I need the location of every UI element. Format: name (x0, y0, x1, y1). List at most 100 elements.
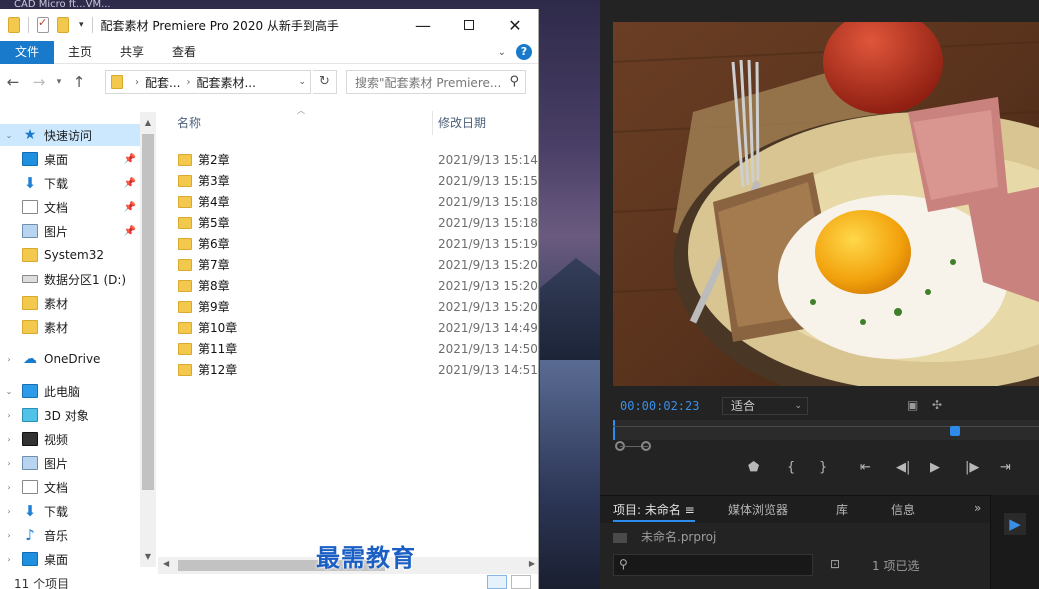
settings-icon[interactable]: ✣ (932, 398, 942, 412)
file-row[interactable]: 第8章 2021/9/13 15:20 (178, 275, 538, 296)
go-to-out-icon[interactable]: ⇥ (1000, 460, 1011, 475)
selection-tool-icon[interactable]: ▶ (1004, 513, 1026, 535)
chevron-right-icon[interactable]: › (4, 483, 14, 492)
nav-item-pictures[interactable]: 图片 📌 (0, 220, 140, 242)
new-search-bin-icon[interactable]: ⊡ (830, 557, 840, 571)
nav-item-pc-documents[interactable]: › 文档 (0, 476, 140, 498)
scroll-right-icon[interactable]: ▶ (529, 559, 535, 568)
project-file-row[interactable]: 未命名.prproj (613, 528, 716, 545)
tab-home[interactable]: 主页 (54, 41, 106, 64)
minimize-button[interactable]: — (400, 9, 446, 41)
qat-dropdown-icon[interactable]: ▾ (79, 20, 84, 30)
file-row[interactable]: 第6章 2021/9/13 15:19 (178, 233, 538, 254)
nav-item-pc-downloads[interactable]: › ⬇ 下载 (0, 500, 140, 522)
breadcrumb-item[interactable]: 配套... (145, 74, 180, 91)
new-folder-icon[interactable] (57, 17, 69, 33)
nav-this-pc[interactable]: ⌄ 此电脑 (0, 380, 140, 402)
expand-ribbon-icon[interactable]: ⌄ (498, 47, 506, 58)
computer-icon (22, 384, 38, 398)
column-header-name[interactable]: 名称 (177, 111, 201, 135)
tab-info[interactable]: 信息 (891, 501, 915, 518)
step-back-icon[interactable]: ◀| (896, 460, 910, 475)
file-row[interactable]: 第5章 2021/9/13 15:18 (178, 212, 538, 233)
file-row[interactable]: 第4章 2021/9/13 15:18 (178, 191, 538, 212)
mark-in-icon[interactable]: { (787, 460, 795, 475)
chevron-down-icon[interactable]: ⌄ (4, 131, 14, 140)
scrollbar-thumb[interactable] (142, 134, 154, 490)
chevron-right-icon[interactable]: › (4, 507, 14, 516)
tab-share[interactable]: 共享 (106, 41, 158, 64)
tab-media-browser[interactable]: 媒体浏览器 (728, 501, 788, 518)
playhead-marker[interactable] (950, 426, 960, 436)
large-icons-view-button[interactable] (511, 575, 531, 589)
tab-libraries[interactable]: 库 (836, 501, 848, 518)
details-view-button[interactable] (487, 575, 507, 589)
export-frame-icon[interactable]: ▣ (907, 398, 918, 412)
nav-item-music[interactable]: › ♪ 音乐 (0, 524, 140, 546)
scroll-up-icon[interactable]: ▲ (140, 118, 156, 127)
mark-out-icon[interactable]: } (819, 460, 827, 475)
nav-item-desktop[interactable]: 桌面 📌 (0, 148, 140, 170)
timeline-scrubber[interactable] (613, 420, 1039, 440)
nav-item-videos[interactable]: › 视频 (0, 428, 140, 450)
add-marker-icon[interactable]: ⬟ (748, 460, 759, 475)
chevron-right-icon[interactable]: › (4, 355, 14, 364)
refresh-button[interactable]: ↻ (313, 70, 337, 94)
back-button[interactable]: ← (0, 73, 26, 91)
play-icon[interactable]: ▶ (930, 460, 940, 475)
column-divider[interactable] (432, 111, 433, 135)
chevron-right-icon[interactable]: › (186, 77, 190, 88)
file-row[interactable]: 第3章 2021/9/13 15:15 (178, 170, 538, 191)
zoom-fit-select[interactable]: 适合 ⌄ (722, 397, 808, 415)
scroll-down-icon[interactable]: ▼ (140, 552, 156, 561)
scroll-left-icon[interactable]: ◀ (163, 559, 169, 568)
nav-item-sucai[interactable]: 素材 (0, 292, 140, 314)
chevron-right-icon[interactable]: › (135, 77, 139, 88)
address-box[interactable]: › 配套... › 配套素材... ⌄ (105, 70, 311, 94)
nav-quick-access[interactable]: ⌄ ★ 快速访问 (0, 124, 140, 146)
recent-locations-icon[interactable]: ▾ (52, 77, 66, 87)
file-row[interactable]: 第9章 2021/9/13 15:20 (178, 296, 538, 317)
nav-item-3d-objects[interactable]: › 3D 对象 (0, 404, 140, 426)
file-row[interactable]: 第10章 2021/9/13 14:49 (178, 317, 538, 338)
nav-item-sucai-2[interactable]: 素材 (0, 316, 140, 338)
nav-onedrive[interactable]: › ☁ OneDrive (0, 348, 140, 370)
playhead-timecode[interactable]: 00:00:02:23 (620, 399, 699, 413)
maximize-button[interactable] (446, 9, 492, 41)
nav-item-pc-desktop[interactable]: › 桌面 (0, 548, 140, 567)
file-row[interactable]: 第7章 2021/9/13 15:20 (178, 254, 538, 275)
chevron-right-icon[interactable]: › (4, 531, 14, 540)
chevron-right-icon[interactable]: › (4, 435, 14, 444)
chevron-down-icon[interactable]: ⌄ (4, 387, 14, 396)
tab-file[interactable]: 文件 (0, 40, 55, 64)
tab-view[interactable]: 查看 (158, 41, 210, 64)
file-row[interactable]: 第2章 2021/9/13 15:14 (178, 149, 538, 170)
breadcrumb-item[interactable]: 配套素材... (196, 74, 255, 91)
properties-icon[interactable] (37, 16, 49, 33)
chevron-right-icon[interactable]: › (4, 411, 14, 420)
project-search-input[interactable]: ⚲ (613, 554, 813, 576)
nav-item-system32[interactable]: System32 (0, 244, 140, 266)
more-tabs-icon[interactable]: » (974, 501, 981, 515)
zoom-handle-right[interactable] (641, 441, 651, 451)
nav-item-drive-d[interactable]: 数据分区1 (D:) (0, 268, 140, 290)
forward-button[interactable]: → (26, 73, 52, 91)
chevron-down-icon[interactable]: ⌄ (298, 77, 306, 87)
go-to-in-icon[interactable]: ⇤ (860, 460, 871, 475)
nav-item-documents[interactable]: 文档 📌 (0, 196, 140, 218)
help-icon[interactable]: ? (516, 44, 532, 60)
chevron-right-icon[interactable]: › (4, 459, 14, 468)
chevron-right-icon[interactable]: › (4, 555, 14, 564)
close-button[interactable]: ✕ (492, 9, 538, 41)
nav-item-downloads[interactable]: ⬇ 下载 📌 (0, 172, 140, 194)
nav-scrollbar[interactable]: ▲ ▼ (140, 112, 156, 567)
search-input[interactable]: 搜索"配套素材 Premiere... ⚲ (346, 70, 526, 94)
tab-project[interactable]: 项目: 未命名 ≡ (613, 501, 695, 522)
column-header-date[interactable]: 修改日期 (438, 111, 486, 135)
zoom-scroll-bar[interactable] (613, 440, 1039, 452)
file-row[interactable]: 第11章 2021/9/13 14:50 (178, 338, 538, 359)
up-button[interactable]: ↑ (66, 73, 92, 91)
step-forward-icon[interactable]: |▶ (965, 460, 979, 475)
nav-item-pc-pictures[interactable]: › 图片 (0, 452, 140, 474)
file-row[interactable]: 第12章 2021/9/13 14:51 (178, 359, 538, 380)
